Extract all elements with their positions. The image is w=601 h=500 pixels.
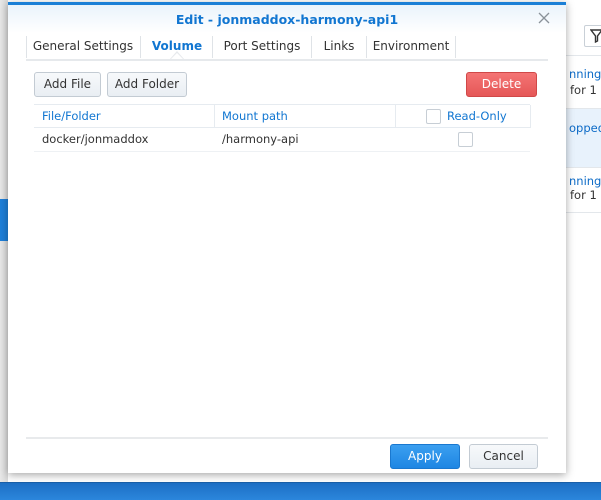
uptime-text: for 1 h <box>570 83 601 97</box>
read-only-checkbox[interactable] <box>458 132 473 147</box>
column-divider <box>214 105 215 128</box>
column-header-mount-path[interactable]: Mount path <box>222 105 392 128</box>
close-button[interactable] <box>536 10 552 26</box>
delete-button[interactable]: Delete <box>466 72 537 97</box>
tab-links[interactable]: Links <box>312 33 366 59</box>
tab-port-settings[interactable]: Port Settings <box>213 33 311 59</box>
mount-path-cell: /harmony-api <box>222 132 299 146</box>
tab-environment[interactable]: Environment <box>367 33 455 59</box>
tab-bar: General Settings Volume Port Settings Li… <box>26 33 548 61</box>
background-list-item[interactable]: nning for 1 h <box>566 60 601 108</box>
divider <box>566 212 601 213</box>
status-text: opped <box>569 121 601 135</box>
background-list-item[interactable]: nning for 1 h <box>566 168 601 212</box>
footer-divider <box>26 437 548 439</box>
divider <box>566 55 601 56</box>
background-left-panel <box>0 0 8 485</box>
taskbar <box>0 482 601 500</box>
filter-button[interactable] <box>584 25 601 47</box>
status-text: nning <box>569 67 601 81</box>
filter-icon <box>589 29 601 47</box>
active-tab-indicator-fill <box>171 53 183 59</box>
background-list-item[interactable]: opped <box>566 109 601 167</box>
add-file-button[interactable]: Add File <box>34 72 101 97</box>
select-all-read-only-checkbox[interactable] <box>426 109 441 124</box>
status-text: nning <box>569 174 601 188</box>
file-folder-cell: docker/jonmaddox <box>42 132 149 146</box>
table-row[interactable]: docker/jonmaddox /harmony-api <box>34 128 530 152</box>
uptime-text: for 1 h <box>570 188 601 202</box>
dialog-title: Edit - jonmaddox-harmony-api1 <box>175 12 399 27</box>
cancel-button[interactable]: Cancel <box>469 444 538 469</box>
tab-general-settings[interactable]: General Settings <box>27 33 139 59</box>
column-header-file-folder[interactable]: File/Folder <box>42 105 212 128</box>
tab-divider <box>455 36 456 58</box>
apply-button[interactable]: Apply <box>390 444 460 469</box>
column-header-read-only[interactable]: Read-Only <box>447 105 517 128</box>
background-selected-indicator <box>0 199 8 241</box>
close-icon <box>538 12 550 24</box>
add-folder-button[interactable]: Add Folder <box>107 72 187 97</box>
volume-grid: File/Folder Mount path Read-Only docker/… <box>34 104 531 152</box>
column-divider <box>395 105 396 128</box>
edit-container-dialog: Edit - jonmaddox-harmony-api1 General Se… <box>8 2 566 473</box>
grid-header: File/Folder Mount path Read-Only <box>34 104 531 128</box>
column-divider <box>530 105 531 128</box>
dialog-header: Edit - jonmaddox-harmony-api1 <box>8 5 566 33</box>
